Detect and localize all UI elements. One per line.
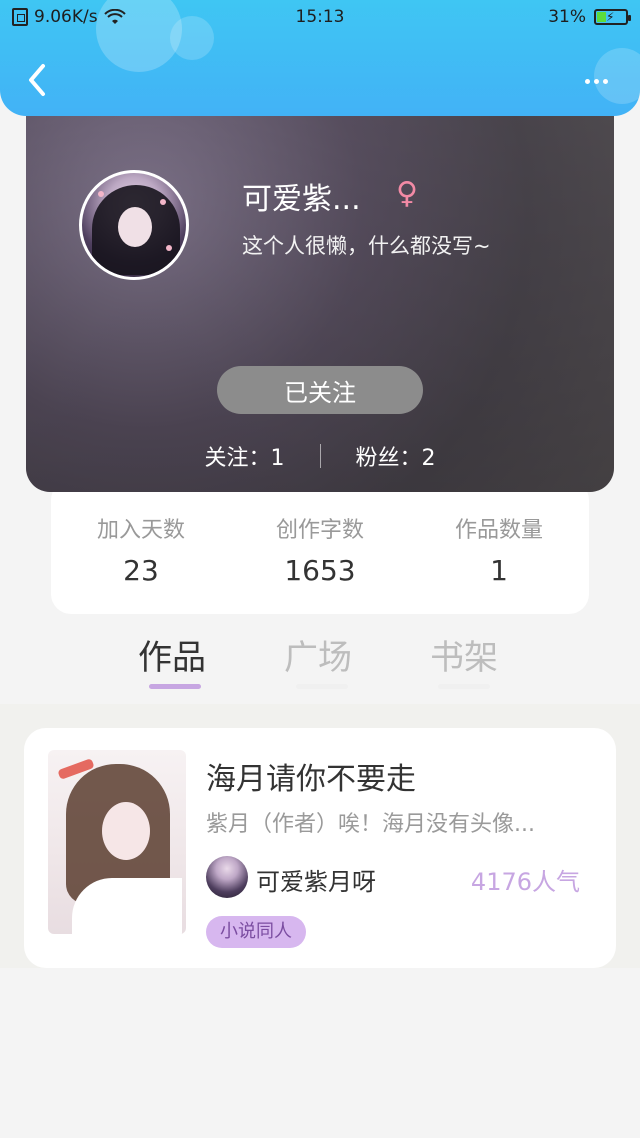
- female-icon: ♀: [396, 176, 418, 211]
- stat-works-count: 作品数量 1: [409, 512, 589, 587]
- work-tag[interactable]: 小说同人: [206, 916, 306, 948]
- cover-robe: [72, 878, 182, 934]
- work-cover[interactable]: [48, 750, 186, 934]
- author-avatar[interactable]: [206, 856, 248, 898]
- work-title[interactable]: 海月请你不要走: [206, 754, 416, 798]
- more-icon: [584, 78, 590, 84]
- battery-icon: ⚡: [594, 9, 631, 25]
- stat-value: 1: [490, 554, 508, 587]
- avatar-face: [118, 207, 152, 247]
- tab-square[interactable]: 广场: [284, 630, 352, 679]
- avatar-petal: [160, 199, 166, 205]
- tab-bar: 作品 广场 书架: [0, 620, 640, 704]
- avatar[interactable]: [79, 170, 189, 280]
- back-button[interactable]: [22, 60, 52, 100]
- follow-button[interactable]: 已关注: [217, 366, 423, 414]
- more-icon: [602, 78, 608, 84]
- following-count[interactable]: 关注：1: [205, 440, 285, 472]
- top-header: 9.06K/s 15:13 31% ⚡: [0, 0, 640, 116]
- popularity: 4176人气: [470, 868, 580, 896]
- tab-indicator-active: [149, 684, 201, 689]
- battery-percent: 31%: [548, 7, 586, 27]
- work-card[interactable]: 海月请你不要走 紫月（作者）唉！海月没有头像... 可爱紫月呀 4176人气 小…: [24, 728, 616, 968]
- divider: [319, 444, 321, 468]
- status-right: 31% ⚡: [548, 7, 631, 27]
- more-icon: [593, 78, 599, 84]
- stat-label: 作品数量: [454, 518, 543, 543]
- stat-label: 创作字数: [275, 518, 364, 543]
- tab-indicator: [438, 684, 490, 689]
- follow-stats: 关注：1 粉丝：2: [26, 440, 614, 472]
- fans-count[interactable]: 粉丝：2: [356, 440, 436, 472]
- stat-join-days: 加入天数 23: [51, 512, 231, 587]
- stat-value: 23: [123, 554, 159, 587]
- tab-indicator: [296, 684, 348, 689]
- stats-card: 加入天数 23 创作字数 1653 作品数量 1: [51, 480, 589, 614]
- stat-word-count: 创作字数 1653: [230, 512, 410, 587]
- signature: 这个人很懒，什么都没写~: [242, 234, 491, 258]
- cover-face: [102, 802, 150, 860]
- avatar-petal: [98, 191, 104, 197]
- nickname: 可爱紫...: [242, 182, 361, 217]
- profile-card: 可爱紫... ♀ 这个人很懒，什么都没写~ 已关注 关注：1 粉丝：2: [26, 90, 614, 492]
- avatar-petal: [166, 245, 172, 251]
- tab-bookshelf[interactable]: 书架: [430, 630, 498, 679]
- status-time: 15:13: [295, 7, 345, 27]
- charging-icon: ⚡: [606, 10, 615, 24]
- work-description: 紫月（作者）唉！海月没有头像...: [206, 812, 535, 837]
- battery-fill: [597, 12, 607, 22]
- status-bar: 9.06K/s 15:13 31% ⚡: [0, 0, 640, 34]
- stat-value: 1653: [284, 554, 356, 587]
- tab-works[interactable]: 作品: [138, 630, 206, 679]
- stat-label: 加入天数: [96, 518, 185, 543]
- more-button[interactable]: [576, 66, 616, 96]
- back-icon: [29, 64, 45, 96]
- author-name[interactable]: 可爱紫月呀: [256, 862, 376, 897]
